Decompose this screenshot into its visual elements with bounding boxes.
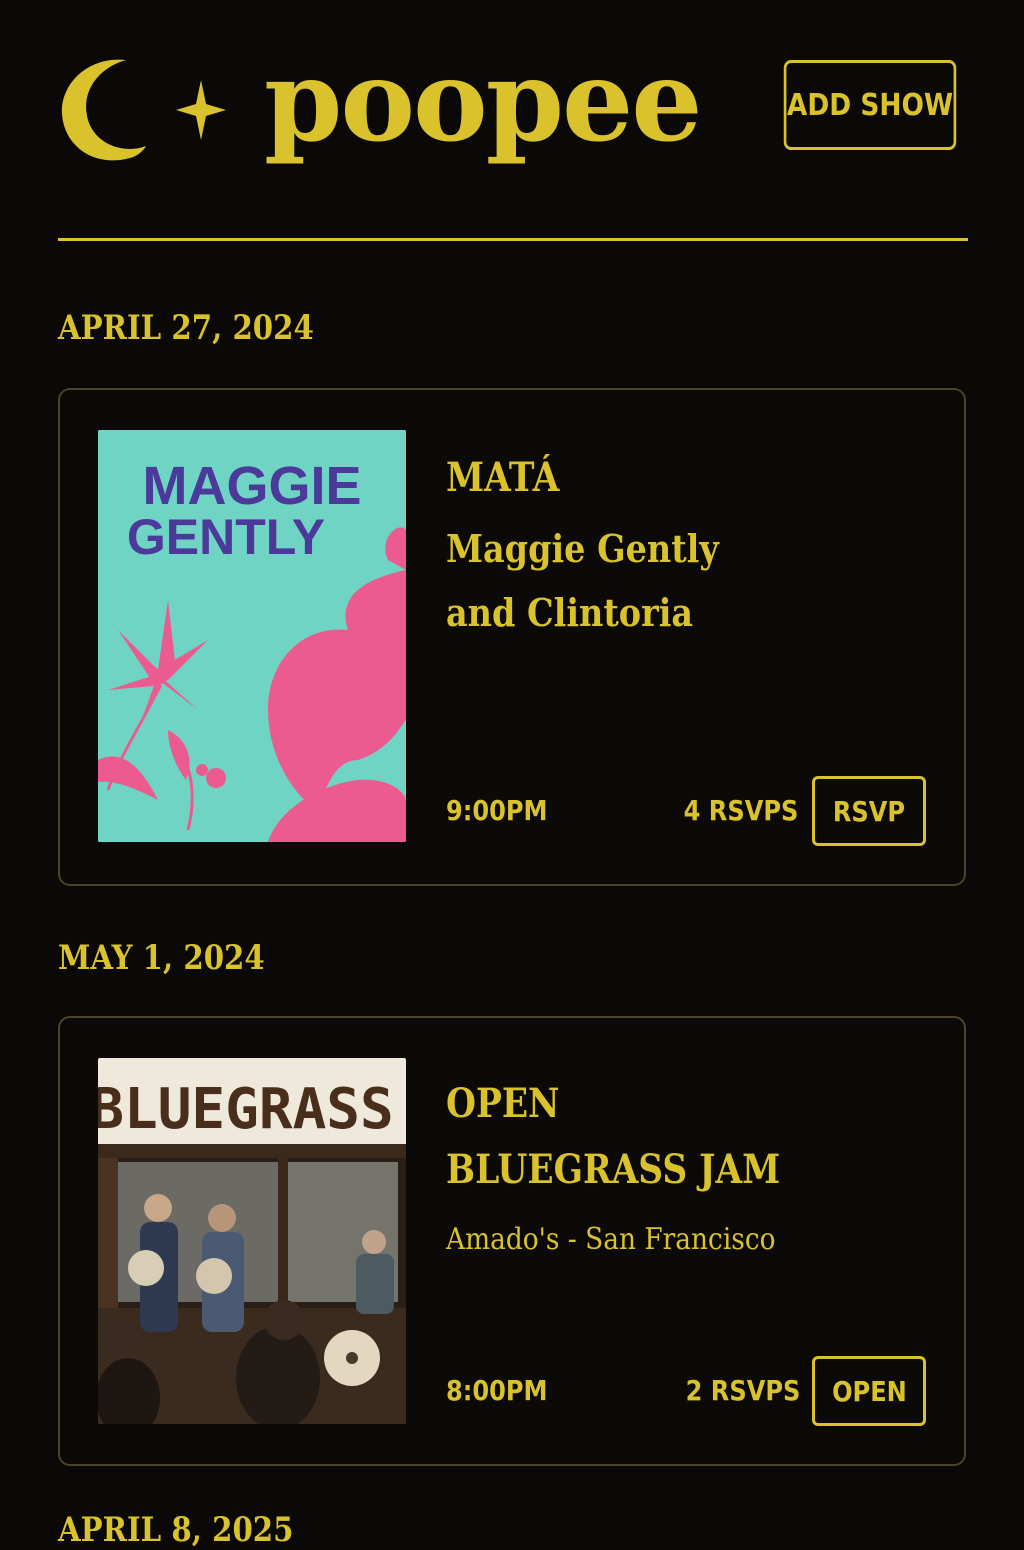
moon-icon	[61, 59, 146, 161]
show-time: 9:00PM	[446, 794, 548, 827]
date-heading: MAY 1, 2024	[58, 938, 265, 978]
poster-title-line1: BLUEGRASS	[98, 1077, 394, 1142]
logo-wordmark: poopee	[264, 36, 703, 167]
poster-title-line1: MAGGIE	[142, 456, 361, 516]
header-divider	[58, 238, 968, 241]
poster-artwork: BLUEGRASS	[98, 1058, 406, 1424]
rsvp-button[interactable]: RSVP	[812, 776, 926, 846]
show-time: 8:00PM	[446, 1374, 548, 1407]
show-title-line: BLUEGRASS JAM	[446, 1146, 781, 1193]
poster-artwork: MAGGIE GENTLY	[98, 430, 406, 842]
date-heading: APRIL 8, 2025	[58, 1510, 294, 1550]
show-subtitle-line: and Clintoria	[446, 590, 694, 635]
poster-title-line2: GENTLY	[127, 509, 325, 565]
show-card[interactable]: MAGGIE GENTLY MATÁ Maggie Gently and Cli…	[58, 388, 966, 886]
show-title-line: MATÁ	[446, 454, 560, 501]
open-button[interactable]: OPEN	[812, 1356, 926, 1426]
rsvp-count: 4 RSVPS	[683, 794, 798, 827]
logo[interactable]: poopee	[56, 36, 703, 180]
show-subtitle-line: Maggie Gently	[446, 526, 719, 571]
show-card[interactable]: BLUEGRASS OPEN BLUEGRASS JAM Amado's - S…	[58, 1016, 966, 1466]
header: poopee ADD SHOW	[0, 0, 1024, 250]
date-heading: APRIL 27, 2024	[58, 308, 314, 348]
show-poster[interactable]: BLUEGRASS	[98, 1058, 406, 1424]
show-title-line: OPEN	[446, 1080, 560, 1127]
add-show-label: ADD SHOW	[786, 87, 954, 123]
show-poster[interactable]: MAGGIE GENTLY	[98, 430, 406, 842]
open-button-label: OPEN	[831, 1374, 907, 1408]
star-icon	[176, 80, 226, 140]
rsvp-button-label: RSVP	[832, 794, 906, 828]
rsvp-count: 2 RSVPS	[685, 1374, 800, 1407]
add-show-button[interactable]: ADD SHOW	[783, 60, 957, 150]
show-subtitle-line: Amado's - San Francisco	[446, 1222, 776, 1257]
